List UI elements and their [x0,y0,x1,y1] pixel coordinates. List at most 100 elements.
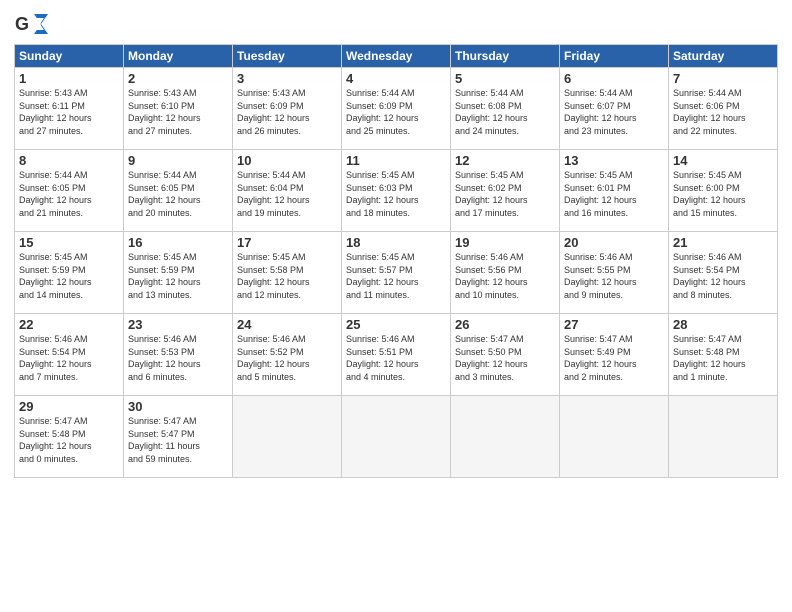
day-cell: 19Sunrise: 5:46 AMSunset: 5:56 PMDayligh… [451,232,560,314]
logo: G [14,10,50,38]
day-cell: 9Sunrise: 5:44 AMSunset: 6:05 PMDaylight… [124,150,233,232]
day-cell: 25Sunrise: 5:46 AMSunset: 5:51 PMDayligh… [342,314,451,396]
day-cell: 2Sunrise: 5:43 AMSunset: 6:10 PMDaylight… [124,68,233,150]
day-cell: 5Sunrise: 5:44 AMSunset: 6:08 PMDaylight… [451,68,560,150]
cell-info: Sunrise: 5:45 AMSunset: 5:58 PMDaylight:… [237,251,337,301]
day-cell: 17Sunrise: 5:45 AMSunset: 5:58 PMDayligh… [233,232,342,314]
logo-icon: G [14,10,48,38]
day-cell: 12Sunrise: 5:45 AMSunset: 6:02 PMDayligh… [451,150,560,232]
day-cell: 16Sunrise: 5:45 AMSunset: 5:59 PMDayligh… [124,232,233,314]
day-cell [669,396,778,478]
cell-info: Sunrise: 5:43 AMSunset: 6:10 PMDaylight:… [128,87,228,137]
day-number: 1 [19,71,119,86]
day-number: 29 [19,399,119,414]
week-row-2: 8Sunrise: 5:44 AMSunset: 6:05 PMDaylight… [15,150,778,232]
svg-text:G: G [15,14,29,34]
day-number: 13 [564,153,664,168]
cell-info: Sunrise: 5:46 AMSunset: 5:55 PMDaylight:… [564,251,664,301]
cell-info: Sunrise: 5:45 AMSunset: 5:57 PMDaylight:… [346,251,446,301]
day-cell: 20Sunrise: 5:46 AMSunset: 5:55 PMDayligh… [560,232,669,314]
cell-info: Sunrise: 5:46 AMSunset: 5:52 PMDaylight:… [237,333,337,383]
day-number: 15 [19,235,119,250]
cell-info: Sunrise: 5:43 AMSunset: 6:09 PMDaylight:… [237,87,337,137]
day-cell: 6Sunrise: 5:44 AMSunset: 6:07 PMDaylight… [560,68,669,150]
day-number: 17 [237,235,337,250]
cell-info: Sunrise: 5:47 AMSunset: 5:49 PMDaylight:… [564,333,664,383]
day-number: 2 [128,71,228,86]
day-number: 21 [673,235,773,250]
cell-info: Sunrise: 5:46 AMSunset: 5:54 PMDaylight:… [19,333,119,383]
day-number: 26 [455,317,555,332]
day-cell [233,396,342,478]
day-number: 27 [564,317,664,332]
cell-info: Sunrise: 5:46 AMSunset: 5:56 PMDaylight:… [455,251,555,301]
week-row-3: 15Sunrise: 5:45 AMSunset: 5:59 PMDayligh… [15,232,778,314]
day-cell: 1Sunrise: 5:43 AMSunset: 6:11 PMDaylight… [15,68,124,150]
day-number: 9 [128,153,228,168]
day-number: 22 [19,317,119,332]
column-header-saturday: Saturday [669,45,778,68]
day-cell: 10Sunrise: 5:44 AMSunset: 6:04 PMDayligh… [233,150,342,232]
day-cell: 11Sunrise: 5:45 AMSunset: 6:03 PMDayligh… [342,150,451,232]
day-cell: 23Sunrise: 5:46 AMSunset: 5:53 PMDayligh… [124,314,233,396]
day-cell: 22Sunrise: 5:46 AMSunset: 5:54 PMDayligh… [15,314,124,396]
day-cell: 3Sunrise: 5:43 AMSunset: 6:09 PMDaylight… [233,68,342,150]
day-number: 6 [564,71,664,86]
column-header-tuesday: Tuesday [233,45,342,68]
cell-info: Sunrise: 5:44 AMSunset: 6:09 PMDaylight:… [346,87,446,137]
day-number: 8 [19,153,119,168]
column-header-wednesday: Wednesday [342,45,451,68]
cell-info: Sunrise: 5:44 AMSunset: 6:05 PMDaylight:… [19,169,119,219]
header: G [14,10,778,38]
week-row-1: 1Sunrise: 5:43 AMSunset: 6:11 PMDaylight… [15,68,778,150]
day-cell: 30Sunrise: 5:47 AMSunset: 5:47 PMDayligh… [124,396,233,478]
day-cell [342,396,451,478]
day-number: 10 [237,153,337,168]
day-number: 12 [455,153,555,168]
column-header-sunday: Sunday [15,45,124,68]
column-header-thursday: Thursday [451,45,560,68]
day-cell: 28Sunrise: 5:47 AMSunset: 5:48 PMDayligh… [669,314,778,396]
cell-info: Sunrise: 5:47 AMSunset: 5:48 PMDaylight:… [673,333,773,383]
cell-info: Sunrise: 5:46 AMSunset: 5:54 PMDaylight:… [673,251,773,301]
day-cell: 13Sunrise: 5:45 AMSunset: 6:01 PMDayligh… [560,150,669,232]
day-cell: 24Sunrise: 5:46 AMSunset: 5:52 PMDayligh… [233,314,342,396]
cell-info: Sunrise: 5:45 AMSunset: 5:59 PMDaylight:… [19,251,119,301]
day-number: 24 [237,317,337,332]
cell-info: Sunrise: 5:44 AMSunset: 6:06 PMDaylight:… [673,87,773,137]
column-header-monday: Monday [124,45,233,68]
day-number: 25 [346,317,446,332]
day-number: 23 [128,317,228,332]
cell-info: Sunrise: 5:45 AMSunset: 6:02 PMDaylight:… [455,169,555,219]
day-cell: 27Sunrise: 5:47 AMSunset: 5:49 PMDayligh… [560,314,669,396]
day-cell: 18Sunrise: 5:45 AMSunset: 5:57 PMDayligh… [342,232,451,314]
day-cell [560,396,669,478]
header-row: SundayMondayTuesdayWednesdayThursdayFrid… [15,45,778,68]
day-number: 18 [346,235,446,250]
day-cell: 14Sunrise: 5:45 AMSunset: 6:00 PMDayligh… [669,150,778,232]
cell-info: Sunrise: 5:46 AMSunset: 5:53 PMDaylight:… [128,333,228,383]
cell-info: Sunrise: 5:44 AMSunset: 6:04 PMDaylight:… [237,169,337,219]
day-cell: 8Sunrise: 5:44 AMSunset: 6:05 PMDaylight… [15,150,124,232]
cell-info: Sunrise: 5:45 AMSunset: 6:01 PMDaylight:… [564,169,664,219]
cell-info: Sunrise: 5:47 AMSunset: 5:47 PMDaylight:… [128,415,228,465]
day-cell: 4Sunrise: 5:44 AMSunset: 6:09 PMDaylight… [342,68,451,150]
day-cell: 7Sunrise: 5:44 AMSunset: 6:06 PMDaylight… [669,68,778,150]
day-number: 3 [237,71,337,86]
day-cell: 21Sunrise: 5:46 AMSunset: 5:54 PMDayligh… [669,232,778,314]
day-number: 19 [455,235,555,250]
cell-info: Sunrise: 5:44 AMSunset: 6:07 PMDaylight:… [564,87,664,137]
calendar-table: SundayMondayTuesdayWednesdayThursdayFrid… [14,44,778,478]
cell-info: Sunrise: 5:44 AMSunset: 6:05 PMDaylight:… [128,169,228,219]
day-number: 5 [455,71,555,86]
day-cell: 15Sunrise: 5:45 AMSunset: 5:59 PMDayligh… [15,232,124,314]
day-cell: 26Sunrise: 5:47 AMSunset: 5:50 PMDayligh… [451,314,560,396]
cell-info: Sunrise: 5:46 AMSunset: 5:51 PMDaylight:… [346,333,446,383]
day-number: 16 [128,235,228,250]
day-cell: 29Sunrise: 5:47 AMSunset: 5:48 PMDayligh… [15,396,124,478]
cell-info: Sunrise: 5:44 AMSunset: 6:08 PMDaylight:… [455,87,555,137]
day-number: 4 [346,71,446,86]
cell-info: Sunrise: 5:43 AMSunset: 6:11 PMDaylight:… [19,87,119,137]
week-row-4: 22Sunrise: 5:46 AMSunset: 5:54 PMDayligh… [15,314,778,396]
day-number: 20 [564,235,664,250]
